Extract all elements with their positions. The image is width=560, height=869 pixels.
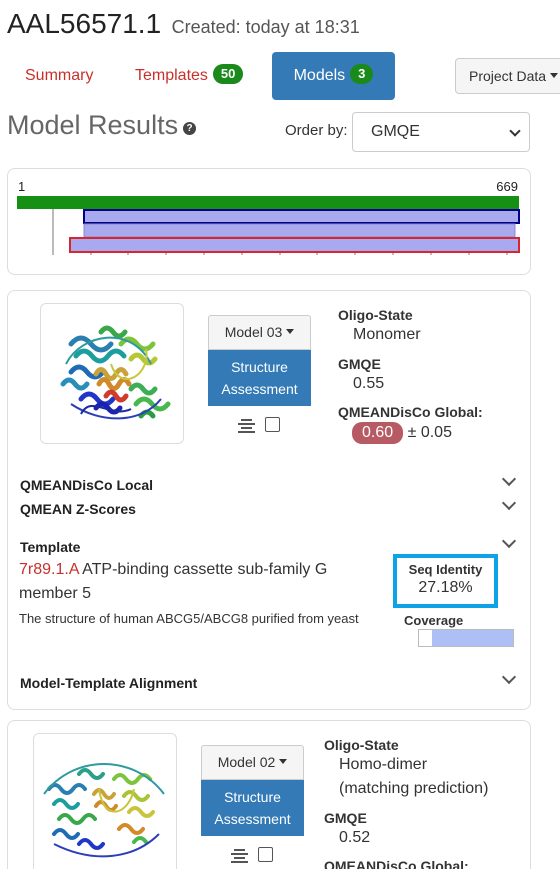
chevron-down-icon[interactable] <box>501 471 517 487</box>
page-title: Model Results? <box>7 110 197 141</box>
oligo-state-value: Homo-dimer <box>339 756 428 773</box>
coverage-bar-fill <box>432 630 513 646</box>
model-select-dropdown[interactable]: Model 03 <box>208 315 311 350</box>
coverage-overview-panel: 1 669 <box>7 168 531 275</box>
oligo-state-label: Oligo-State <box>324 737 399 753</box>
templates-count-badge: 50 <box>212 64 244 84</box>
tab-templates[interactable]: Templates 50 <box>135 52 244 100</box>
qmean-global-label: QMEANDisCo Global: <box>338 404 483 420</box>
coverage-end-label: 669 <box>496 179 518 194</box>
gmqe-value: 0.55 <box>353 375 385 392</box>
model-actions <box>238 416 282 434</box>
model-card: Model 03 Structure Assessment Oligo-Stat… <box>7 290 531 710</box>
chevron-down-icon <box>509 125 521 137</box>
model-structure-thumbnail[interactable] <box>33 733 177 869</box>
project-data-label: Project Data <box>469 68 547 84</box>
qmean-global-value: 0.60 ± 0.05 <box>352 422 452 444</box>
model-select-checkbox[interactable] <box>258 847 273 862</box>
chevron-down-icon[interactable] <box>501 533 517 549</box>
model-card: Model 02 Structure Assessment Oligo-Stat… <box>7 720 531 869</box>
created-timestamp: Created: today at 18:31 <box>171 17 360 37</box>
oligo-state-value: Monomer <box>353 326 421 343</box>
template-note: The structure of human ABCG5/ABCG8 purif… <box>19 611 359 626</box>
model-2-coverage-bar[interactable] <box>83 223 516 238</box>
seq-identity-box: Seq Identity 27.18% <box>393 554 498 608</box>
model-1-coverage-bar[interactable] <box>83 209 520 224</box>
accession-title: AAL56571.1 <box>7 8 162 39</box>
coverage-bar <box>418 629 514 647</box>
structure-assessment-button[interactable]: Structure Assessment <box>201 780 304 836</box>
gmqe-label: GMQE <box>338 356 381 372</box>
chevron-down-icon[interactable] <box>501 669 517 685</box>
order-by-select[interactable]: GMQE <box>352 112 530 152</box>
align-list-icon[interactable] <box>238 419 255 433</box>
structure-assessment-line1: Structure <box>231 359 288 375</box>
alignment-section-label[interactable]: Model-Template Alignment <box>20 675 197 691</box>
seq-identity-value: 27.18% <box>418 579 473 596</box>
structure-assessment-line2: Assessment <box>214 811 291 827</box>
order-by-value: GMQE <box>371 123 420 140</box>
model-select-dropdown[interactable]: Model 02 <box>201 745 304 780</box>
protein-structure-image <box>60 325 171 420</box>
tab-summary[interactable]: Summary <box>25 52 93 100</box>
model-structure-thumbnail[interactable] <box>40 303 184 444</box>
qmean-local-section[interactable]: QMEANDisCo Local <box>20 477 153 493</box>
template-id-link[interactable]: 7r89.1.A <box>19 561 79 578</box>
model-select-label: Model 03 <box>224 324 283 340</box>
order-by-label: Order by: <box>285 122 348 139</box>
tab-templates-label: Templates <box>135 67 208 84</box>
chevron-down-icon[interactable] <box>501 495 517 511</box>
tab-summary-label: Summary <box>25 67 94 84</box>
oligo-state-note: (matching prediction) <box>339 780 489 797</box>
tab-models[interactable]: Models 3 <box>272 52 395 100</box>
caret-down-icon <box>550 73 559 78</box>
results-title-text: Model Results <box>7 110 179 140</box>
protein-structure-image <box>43 763 165 858</box>
qmean-zscores-section[interactable]: QMEAN Z-Scores <box>20 501 136 517</box>
model-select-checkbox[interactable] <box>265 417 280 432</box>
seq-identity-label: Seq Identity <box>408 562 483 577</box>
model-select-label: Model 02 <box>217 754 276 770</box>
structure-assessment-button[interactable]: Structure Assessment <box>208 350 311 406</box>
project-data-button[interactable]: Project Data <box>455 58 560 94</box>
gmqe-value: 0.52 <box>339 829 371 846</box>
coverage-start-label: 1 <box>18 179 25 194</box>
target-sequence-bar <box>17 196 519 209</box>
gmqe-label: GMQE <box>324 810 367 826</box>
template-section-label: Template <box>20 539 81 555</box>
models-count-badge: 3 <box>350 64 374 84</box>
qmean-score-badge: 0.60 <box>352 422 404 444</box>
model-3-coverage-bar[interactable] <box>69 237 520 253</box>
structure-assessment-line1: Structure <box>224 789 281 805</box>
help-icon[interactable]: ? <box>183 122 197 135</box>
tab-bar: Summary Templates 50 Models 3 Project Data <box>0 52 560 102</box>
qmean-error: ± 0.05 <box>407 424 452 441</box>
model-actions <box>231 846 275 864</box>
template-description: 7r89.1.A ATP-binding cassette sub-family… <box>19 558 389 606</box>
oligo-state-label: Oligo-State <box>338 307 413 323</box>
qmean-global-label: QMEANDisCo Global: <box>324 858 469 869</box>
tab-models-label: Models <box>293 67 346 84</box>
caret-down-icon <box>279 759 288 764</box>
structure-assessment-line2: Assessment <box>221 381 298 397</box>
coverage-label: Coverage <box>404 613 464 628</box>
page-header: AAL56571.1 Created: today at 18:31 <box>7 8 360 40</box>
caret-down-icon <box>286 329 295 334</box>
coverage-overview-graphic: 1 669 <box>17 179 520 255</box>
align-list-icon[interactable] <box>231 849 248 863</box>
